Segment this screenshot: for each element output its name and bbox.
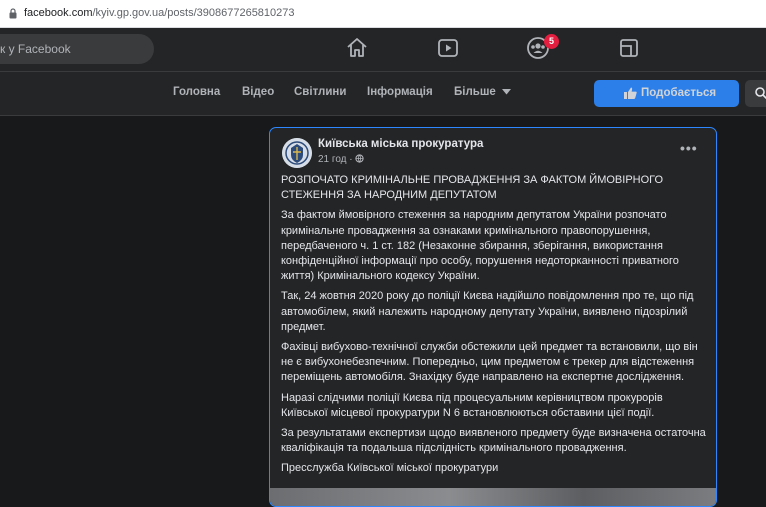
tab-about[interactable]: Інформація <box>367 86 433 98</box>
post-card: Київська міська прокуратура 21 год · •••… <box>269 127 717 507</box>
tab-home[interactable]: Головна <box>173 86 220 98</box>
post-image[interactable] <box>270 488 716 506</box>
post-options-icon[interactable]: ••• <box>680 140 698 156</box>
gaming-icon[interactable] <box>617 36 641 60</box>
lock-icon <box>9 8 17 19</box>
post-paragraph: Наразі слідчими поліції Києва під процес… <box>281 391 663 419</box>
prosecutor-emblem-icon <box>282 138 312 168</box>
tab-more[interactable]: Більше <box>454 86 512 98</box>
thumbs-up-icon <box>624 87 637 99</box>
watch-icon[interactable] <box>436 36 460 60</box>
tab-videos[interactable]: Відео <box>242 86 274 98</box>
globe-icon <box>355 154 365 163</box>
post-signature: Пресслужба Київської міської прокуратури <box>281 462 499 475</box>
post-paragraph: Так, 24 жовтня 2020 року до поліції Києв… <box>281 290 694 333</box>
post-paragraph: За результатами експертизи щодо виявлено… <box>281 427 706 455</box>
like-page-button[interactable]: Подобається <box>594 80 739 107</box>
page-navigation: Головна Відео Світлини Інформація Більше… <box>0 72 766 116</box>
page-avatar[interactable] <box>282 138 312 168</box>
url-text: facebook.com/kyiv.gp.gov.ua/posts/390867… <box>24 7 295 19</box>
post-body: РОЗПОЧАТО КРИМІНАЛЬНЕ ПРОВАДЖЕННЯ ЗА ФАК… <box>281 173 709 482</box>
post-timestamp[interactable]: 21 год · <box>318 154 365 165</box>
post-paragraph: Фахівці вибухово-технічної служби обстеж… <box>281 341 698 384</box>
search-page-button[interactable] <box>745 80 766 107</box>
tab-more-label: Більше <box>454 86 496 98</box>
home-icon[interactable] <box>345 36 369 60</box>
post-headline: РОЗПОЧАТО КРИМІНАЛЬНЕ ПРОВАДЖЕННЯ ЗА ФАК… <box>281 174 664 202</box>
notifications-badge: 5 <box>544 34 559 49</box>
search-icon <box>755 87 766 99</box>
caret-down-icon <box>502 88 512 95</box>
like-button-label: Подобається <box>641 87 717 99</box>
page-name[interactable]: Київська міська прокуратура <box>318 138 483 150</box>
browser-address-bar[interactable]: facebook.com/kyiv.gp.gov.ua/posts/390867… <box>0 0 766 28</box>
post-time-text: 21 год <box>318 154 347 165</box>
post-paragraph: За фактом ймовірного стеження за народни… <box>281 209 679 283</box>
facebook-top-bar: к у Facebook 5 <box>0 28 766 72</box>
search-input[interactable]: к у Facebook <box>0 34 154 64</box>
tab-photos[interactable]: Світлини <box>294 86 346 98</box>
